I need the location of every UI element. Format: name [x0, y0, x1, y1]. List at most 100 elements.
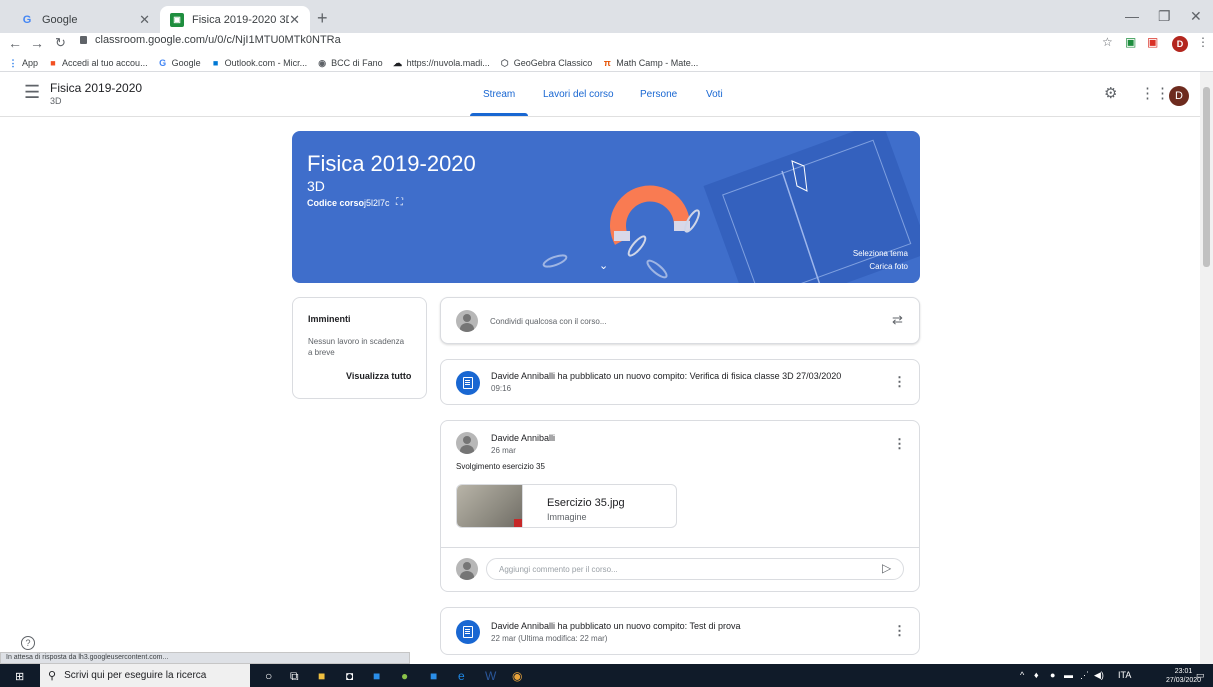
- banner-title: Fisica 2019-2020: [307, 151, 476, 176]
- user-avatar: [456, 558, 478, 580]
- battery-icon[interactable]: ▬: [1064, 670, 1073, 680]
- more-options-icon[interactable]: ⋮: [893, 436, 906, 452]
- taskbar-search-placeholder: Scrivi qui per eseguire la ricerca: [64, 670, 207, 681]
- browser-tab-classroom[interactable]: ▣ Fisica 2019-2020 3D ✕: [160, 6, 310, 33]
- more-options-icon[interactable]: ⋮: [893, 374, 906, 390]
- tab-stream[interactable]: Stream: [483, 89, 515, 100]
- assignment-icon: [456, 620, 480, 644]
- bookmark-item[interactable]: ⋮ App: [8, 57, 39, 69]
- restore-icon[interactable]: ❐: [1158, 8, 1171, 25]
- taskbar-search[interactable]: ⚲ Scrivi qui per eseguire la ricerca: [40, 664, 250, 687]
- volume-icon[interactable]: ◀): [1094, 670, 1104, 681]
- language-indicator[interactable]: ITA: [1118, 670, 1131, 680]
- close-tab-icon[interactable]: ✕: [289, 12, 300, 28]
- pocket-icon[interactable]: ▣: [1147, 35, 1158, 49]
- scrollbar-thumb[interactable]: [1203, 87, 1210, 267]
- assignment-post[interactable]: Davide Anniballi ha pubblicato un nuovo …: [440, 359, 920, 405]
- post-title[interactable]: Davide Anniballi ha pubblicato un nuovo …: [491, 371, 841, 381]
- cloud-icon: ☁: [393, 57, 403, 68]
- cortana-icon[interactable]: ○: [265, 669, 272, 683]
- comment-input[interactable]: Aggiungi commento per il corso... ▷: [486, 558, 904, 580]
- assignment-post[interactable]: Davide Anniballi ha pubblicato un nuovo …: [440, 607, 920, 655]
- class-banner: Fisica 2019-2020 3D Codice corso j5l2l7c…: [292, 131, 920, 283]
- geogebra-icon: ⬡: [500, 57, 509, 68]
- upload-photo-link[interactable]: Carica foto: [869, 262, 908, 271]
- browser-menu-icon[interactable]: ⋮: [1197, 35, 1209, 49]
- tab-classwork[interactable]: Lavori del corso: [543, 89, 614, 100]
- announcement-post: Davide Anniballi 26 mar ⋮ Svolgimento es…: [440, 420, 920, 592]
- app-icon[interactable]: ■: [373, 669, 380, 683]
- repost-icon[interactable]: ⇄: [892, 312, 903, 328]
- app-icon[interactable]: ■: [430, 669, 437, 683]
- store-icon[interactable]: ◘: [346, 669, 353, 683]
- tray-chevron-icon[interactable]: ^: [1020, 670, 1024, 680]
- extension-icon[interactable]: ▣: [1125, 35, 1136, 49]
- wifi-icon[interactable]: ⋰: [1080, 670, 1089, 681]
- upcoming-title: Imminenti: [308, 314, 351, 324]
- google-favicon-icon: G: [22, 13, 32, 26]
- share-card[interactable]: Condividi qualcosa con il corso... ⇄: [440, 297, 920, 344]
- address-bar[interactable]: classroom.google.com/u/0/c/NjI1MTU0MTk0N…: [80, 34, 341, 46]
- url-text: classroom.google.com/u/0/c/NjI1MTU0MTk0N…: [95, 34, 341, 46]
- send-icon[interactable]: ▷: [882, 561, 891, 575]
- back-icon[interactable]: ←: [8, 35, 22, 51]
- tab-people[interactable]: Persone: [640, 89, 677, 100]
- bookmark-item[interactable]: ◉ BCC di Fano: [317, 58, 382, 69]
- account-avatar[interactable]: D: [1169, 86, 1189, 106]
- word-icon[interactable]: W: [485, 669, 496, 683]
- close-window-icon[interactable]: ✕: [1190, 8, 1202, 25]
- user-avatar: [456, 310, 478, 332]
- post-title[interactable]: Davide Anniballi ha pubblicato un nuovo …: [491, 621, 741, 631]
- post-time: 09:16: [491, 384, 512, 393]
- bookmark-item[interactable]: ■ Outlook.com - Micr...: [211, 58, 307, 68]
- attachment-name: Esercizio 35.jpg: [547, 497, 625, 509]
- file-explorer-icon[interactable]: ■: [318, 669, 325, 683]
- bookmark-item[interactable]: π Math Camp - Mate...: [602, 58, 698, 68]
- task-view-icon[interactable]: ⧉: [290, 669, 299, 684]
- more-options-icon[interactable]: ⋮: [893, 623, 906, 639]
- notifications-icon[interactable]: ▭: [1196, 670, 1205, 681]
- browser-tab-google[interactable]: G Google ✕: [10, 6, 160, 33]
- class-code: j5l2l7c: [364, 198, 390, 208]
- bookmark-item[interactable]: ■ Accedi al tuo accou...: [48, 58, 147, 68]
- reload-icon[interactable]: ↻: [55, 35, 66, 51]
- assignment-icon: [456, 371, 480, 395]
- bookmark-item[interactable]: ☁ https://nuvola.madi...: [393, 57, 490, 69]
- scrollbar[interactable]: [1200, 72, 1213, 664]
- select-theme-link[interactable]: Seleziona tema: [853, 249, 908, 258]
- chrome-icon[interactable]: ◉: [512, 669, 522, 683]
- apps-grid-icon: ⋮: [8, 57, 18, 68]
- comment-placeholder: Aggiungi commento per il corso...: [499, 565, 618, 574]
- tray-app-icon[interactable]: ●: [1050, 670, 1055, 680]
- tray-app-icon[interactable]: ♦: [1034, 670, 1039, 680]
- post-author[interactable]: Davide Anniballi: [491, 433, 555, 443]
- author-avatar: [456, 432, 478, 454]
- chevron-down-icon[interactable]: ⌄: [599, 259, 608, 272]
- settings-gear-icon[interactable]: ⚙: [1104, 84, 1117, 102]
- edge-icon[interactable]: e: [458, 669, 465, 683]
- class-title[interactable]: Fisica 2019-2020: [50, 81, 142, 95]
- star-icon[interactable]: ☆: [1102, 35, 1113, 49]
- new-tab-icon[interactable]: +: [317, 8, 328, 29]
- windows-start-icon[interactable]: ⊞: [15, 670, 24, 683]
- profile-avatar[interactable]: D: [1172, 36, 1188, 52]
- browser-navbar: ← → ↻ classroom.google.com/u/0/c/NjI1MTU…: [0, 33, 1213, 55]
- minimize-icon[interactable]: —: [1125, 8, 1139, 24]
- tab-grades[interactable]: Voti: [706, 89, 723, 100]
- apps-grid-icon[interactable]: ⋮⋮: [1140, 84, 1170, 102]
- hamburger-menu-icon[interactable]: ☰: [24, 82, 40, 103]
- forward-icon[interactable]: →: [30, 35, 44, 51]
- upcoming-card: Imminenti Nessun lavoro in scadenza a br…: [292, 297, 427, 399]
- bookmark-item[interactable]: ⬡ GeoGebra Classico: [500, 57, 592, 69]
- app-icon[interactable]: ●: [401, 669, 408, 683]
- help-icon[interactable]: ?: [21, 636, 35, 650]
- view-all-link[interactable]: Visualizza tutto: [346, 371, 411, 381]
- windows-taskbar: ⊞ ⚲ Scrivi qui per eseguire la ricerca ○…: [0, 664, 1213, 687]
- share-placeholder[interactable]: Condividi qualcosa con il corso...: [490, 317, 607, 326]
- post-text: Svolgimento esercizio 35: [456, 462, 545, 471]
- bookmark-item[interactable]: G Google: [158, 58, 201, 68]
- attachment-card[interactable]: Esercizio 35.jpg Immagine: [456, 484, 677, 528]
- class-code-label: Codice corso: [307, 198, 365, 208]
- fullscreen-icon[interactable]: ⛶: [396, 197, 403, 208]
- close-tab-icon[interactable]: ✕: [139, 12, 150, 28]
